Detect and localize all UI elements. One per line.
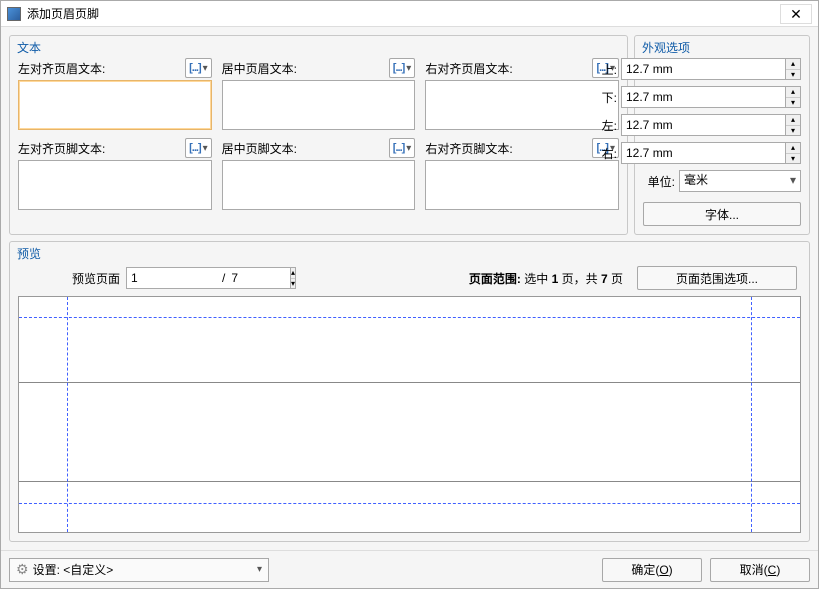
spin-up-icon[interactable]: ▴ — [786, 143, 800, 154]
page-edge-top — [19, 382, 800, 383]
margin-left-input[interactable] — [621, 114, 785, 136]
chevron-down-icon: ▾ — [257, 564, 262, 575]
preview-pane — [18, 296, 801, 533]
spin-up-icon[interactable]: ▴ — [291, 268, 295, 279]
footer-center-cell: 居中页脚文本: [...] ▾ — [222, 138, 416, 210]
header-center-cell: 居中页眉文本: [...] ▾ — [222, 58, 416, 130]
margin-right-label: 右: — [602, 145, 617, 162]
settings-text: 设置: <自定义> — [33, 561, 253, 578]
margin-right-row: 右: ▴▾ — [643, 142, 801, 164]
font-button[interactable]: 字体... — [643, 202, 801, 226]
chevron-down-icon: ▾ — [203, 143, 208, 154]
cancel-button[interactable]: 取消(C) — [710, 558, 810, 582]
unit-value: 毫米 — [684, 173, 708, 187]
spin-up-icon[interactable]: ▴ — [786, 59, 800, 70]
margin-right-spinner[interactable]: ▴▾ — [621, 142, 801, 164]
unit-select[interactable]: 毫米 — [679, 170, 801, 192]
footer-left-macro-button[interactable]: [...] ▾ — [185, 138, 212, 158]
header-left-input[interactable] — [18, 80, 212, 130]
chevron-down-icon: ▾ — [203, 63, 208, 74]
chevron-down-icon: ▾ — [406, 143, 411, 154]
header-right-input[interactable] — [425, 80, 619, 130]
footer-center-label: 居中页脚文本: — [222, 140, 297, 157]
footer-center-input[interactable] — [222, 160, 416, 210]
header-left-label: 左对齐页眉文本: — [18, 60, 105, 77]
unit-row: 单位: 毫米 — [643, 170, 801, 192]
page-range-options-button[interactable]: 页面范围选项... — [637, 266, 797, 290]
margin-left-spinner[interactable]: ▴▾ — [621, 114, 801, 136]
top-row: 文本 左对齐页眉文本: [...] ▾ — [9, 35, 810, 235]
appearance-legend: 外观选项 — [642, 39, 690, 56]
margin-bottom-spinner[interactable]: ▴▾ — [621, 86, 801, 108]
unit-label: 单位: — [643, 173, 675, 190]
footer-right-input[interactable] — [425, 160, 619, 210]
dialog-window: 添加页眉页脚 ✕ 文本 左对齐页眉文本: [...] ▾ — [0, 0, 819, 589]
page-edge-bottom — [19, 481, 800, 482]
ok-button[interactable]: 确定(O) — [602, 558, 702, 582]
margin-top-input[interactable] — [621, 58, 785, 80]
margin-guide-bottom — [19, 503, 800, 504]
margin-left-row: 左: ▴▾ — [643, 114, 801, 136]
margin-bottom-row: 下: ▴▾ — [643, 86, 801, 108]
app-icon — [7, 7, 21, 21]
footer-center-macro-button[interactable]: [...] ▾ — [389, 138, 416, 158]
margin-bottom-label: 下: — [602, 89, 617, 106]
spin-down-icon[interactable]: ▾ — [291, 279, 295, 289]
titlebar: 添加页眉页脚 ✕ — [1, 1, 818, 27]
spin-down-icon[interactable]: ▾ — [786, 98, 800, 108]
header-left-macro-button[interactable]: [...] ▾ — [185, 58, 212, 78]
header-right-label: 右对齐页眉文本: — [425, 60, 512, 77]
margin-bottom-input[interactable] — [621, 86, 785, 108]
preview-page-input[interactable] — [126, 267, 290, 289]
margin-left-label: 左: — [602, 117, 617, 134]
brackets-icon: [...] — [189, 142, 201, 154]
spin-down-icon[interactable]: ▾ — [786, 154, 800, 164]
header-right-cell: 右对齐页眉文本: [...] ▾ — [425, 58, 619, 130]
margin-top-label: 上: — [602, 61, 617, 78]
header-center-input[interactable] — [222, 80, 416, 130]
brackets-icon: [...] — [393, 142, 405, 154]
window-title: 添加页眉页脚 — [27, 5, 780, 22]
footer-left-cell: 左对齐页脚文本: [...] ▾ — [18, 138, 212, 210]
footer-right-cell: 右对齐页脚文本: [...] ▾ — [425, 138, 619, 210]
margin-top-spinner[interactable]: ▴▾ — [621, 58, 801, 80]
preview-page-label: 预览页面 — [72, 270, 120, 287]
footer-left-input[interactable] — [18, 160, 212, 210]
margin-guide-top — [19, 317, 800, 318]
close-button[interactable]: ✕ — [780, 4, 812, 24]
preview-legend: 预览 — [17, 245, 41, 262]
preview-panel: 预览 预览页面 ▴▾ / 7 页面范围: 选中 1 页，共 7 页 页面范围选项… — [9, 241, 810, 542]
gear-icon: ⚙ — [16, 561, 29, 578]
brackets-icon: [...] — [189, 62, 201, 74]
header-left-cell: 左对齐页眉文本: [...] ▾ — [18, 58, 212, 130]
spin-up-icon[interactable]: ▴ — [786, 87, 800, 98]
footer-left-label: 左对齐页脚文本: — [18, 140, 105, 157]
bottom-bar: ⚙ 设置: <自定义> ▾ 确定(O) 取消(C) — [1, 550, 818, 588]
page-range-text: 页面范围: 选中 1 页，共 7 页 — [469, 270, 623, 287]
text-panel-legend: 文本 — [17, 39, 41, 56]
spin-down-icon[interactable]: ▾ — [786, 70, 800, 80]
text-grid: 左对齐页眉文本: [...] ▾ 居中页眉文本: [...] — [18, 58, 619, 210]
margin-right-input[interactable] — [621, 142, 785, 164]
margin-guide-left — [67, 297, 68, 532]
preview-page-spinner[interactable]: ▴▾ — [126, 267, 216, 289]
spin-down-icon[interactable]: ▾ — [786, 126, 800, 136]
preview-controls: 预览页面 ▴▾ / 7 页面范围: 选中 1 页，共 7 页 页面范围选项... — [18, 264, 801, 296]
footer-right-label: 右对齐页脚文本: — [425, 140, 512, 157]
brackets-icon: [...] — [393, 62, 405, 74]
settings-dropdown[interactable]: ⚙ 设置: <自定义> ▾ — [9, 558, 269, 582]
text-panel: 文本 左对齐页眉文本: [...] ▾ — [9, 35, 628, 235]
appearance-panel: 外观选项 上: ▴▾ 下: ▴▾ 左: — [634, 35, 810, 235]
header-center-macro-button[interactable]: [...] ▾ — [389, 58, 416, 78]
content-area: 文本 左对齐页眉文本: [...] ▾ — [1, 27, 818, 550]
margin-top-row: 上: ▴▾ — [643, 58, 801, 80]
chevron-down-icon: ▾ — [406, 63, 411, 74]
page-sep: / — [222, 271, 225, 285]
spin-up-icon[interactable]: ▴ — [786, 115, 800, 126]
page-total: 7 — [231, 271, 238, 285]
margin-guide-right — [751, 297, 752, 532]
header-center-label: 居中页眉文本: — [222, 60, 297, 77]
